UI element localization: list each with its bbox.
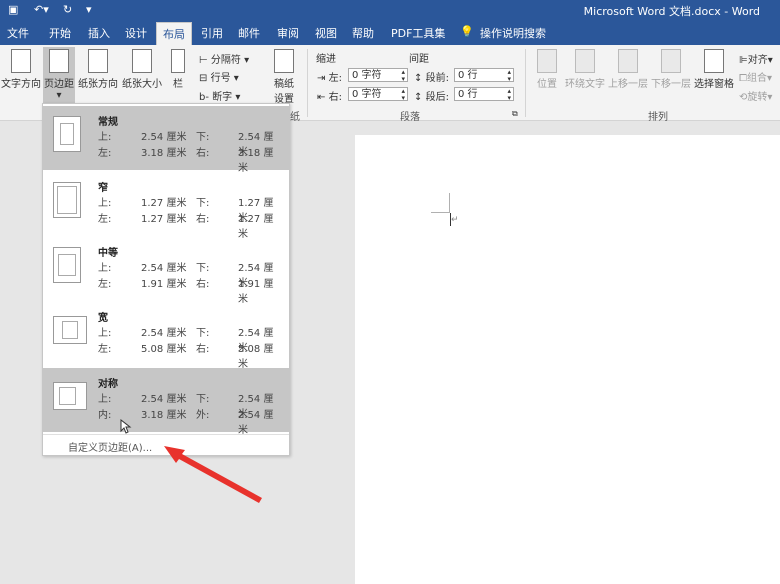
tab-layout[interactable]: 布局	[156, 22, 192, 45]
tab-view[interactable]: 视图	[315, 25, 337, 41]
breaks-icon: ⊢	[199, 55, 208, 66]
breaks-button[interactable]: ⊢ 分隔符 ▾	[199, 51, 249, 66]
orientation-icon	[88, 49, 108, 73]
spacing-before-icon: ↕	[414, 73, 423, 84]
margins-icon	[49, 49, 69, 73]
margin-normal-icon	[53, 116, 81, 152]
columns-button[interactable]: 栏	[167, 47, 189, 90]
margin-moderate-icon	[53, 247, 81, 283]
margin-mirrored-icon	[53, 382, 87, 410]
rotate-button[interactable]: ⟲旋转▾	[739, 88, 772, 103]
send-backward-button[interactable]: 下移一层	[650, 47, 692, 90]
draft-paper-icon	[274, 49, 294, 73]
annotation-arrow	[164, 446, 262, 503]
indent-left-label: ⇥ 左:	[317, 73, 342, 84]
tab-references[interactable]: 引用	[201, 25, 223, 41]
save-icon[interactable]: ▣	[8, 3, 18, 16]
bring-forward-icon	[618, 49, 638, 73]
title-bar: ▣ ↶▾ ↻ ▾ Microsoft Word 文档.docx - Word	[0, 0, 780, 20]
paragraph-mark-icon: ↵	[451, 215, 459, 225]
tab-design[interactable]: 设计	[125, 25, 147, 41]
indent-left-field[interactable]: 0 字符 ▴ ▾	[348, 68, 408, 83]
preset-name: 中等	[98, 248, 118, 259]
margins-preset-normal[interactable]: 常规 上: 2.54 厘米 下: 2.54 厘米 左: 3.18 厘米 右: 3.18 厘米	[43, 106, 289, 174]
margins-preset-wide[interactable]: 宽 上: 2.54 厘米 下: 2.54 厘米 左: 5.08 厘米 右: 5.08 厘米	[43, 302, 289, 370]
separator	[525, 49, 526, 117]
preset-name: 宽	[98, 313, 108, 324]
spacing-label: 间距	[409, 54, 429, 65]
hyphenation-icon: b-	[199, 92, 209, 103]
undo-icon[interactable]: ↶▾	[34, 3, 49, 16]
line-numbers-icon: ⊟	[199, 73, 208, 84]
margin-narrow-icon	[53, 182, 81, 218]
send-backward-icon	[661, 49, 681, 73]
margins-preset-moderate[interactable]: 中等 上: 2.54 厘米 下: 2.54 厘米 左: 1.91 厘米 右: 1.91 厘米	[43, 237, 289, 305]
preset-name: 对称	[98, 379, 118, 390]
size-button[interactable]: 纸张大小	[121, 47, 163, 90]
selection-pane-button[interactable]: 选择窗格	[693, 47, 735, 90]
align-button[interactable]: ⊫对齐▾	[739, 51, 773, 66]
line-numbers-button[interactable]: ⊟ 行号 ▾	[199, 69, 239, 84]
mouse-pointer-icon	[120, 419, 132, 434]
indent-right-icon: ⇤	[317, 92, 326, 103]
draft-paper-button[interactable]: 稿纸 设置	[266, 47, 302, 105]
redo-icon[interactable]: ↻	[63, 3, 72, 16]
tab-mailings[interactable]: 邮件	[238, 25, 260, 41]
margins-preset-narrow[interactable]: 窄 上: 1.27 厘米 下: 1.27 厘米 左: 1.27 厘米 右: 1.27 厘米	[43, 172, 289, 240]
separator	[307, 49, 308, 117]
document-page[interactable]	[355, 135, 780, 584]
align-icon: ⊫	[739, 55, 748, 66]
tab-pdf-tools[interactable]: PDF工具集	[391, 25, 445, 41]
margin-corner-mark	[431, 212, 450, 213]
group-objects-icon: ⧠	[739, 73, 747, 84]
preset-name: 窄	[98, 183, 108, 194]
orientation-button[interactable]: 纸张方向	[77, 47, 119, 90]
wrap-text-button[interactable]: 环绕文字	[564, 47, 606, 90]
margins-button[interactable]: 页边距 ▾	[43, 47, 75, 103]
tab-home[interactable]: 开始	[49, 25, 71, 41]
paper-size-icon	[132, 49, 152, 73]
margins-dropdown: 常规 上: 2.54 厘米 下: 2.54 厘米 左: 3.18 厘米 右: 3.18 厘米…	[42, 103, 290, 456]
indent-right-label: ⇤ 右:	[317, 92, 342, 103]
custom-margins-label: 自定义页边距(A)...	[68, 443, 153, 454]
ribbon-tabs: 文件 开始 插入 设计 布局 引用 邮件 审阅 视图 帮助 PDF工具集 💡 操…	[0, 20, 780, 45]
spacing-after-label: ↕ 段后:	[414, 92, 449, 103]
tab-insert[interactable]: 插入	[88, 25, 110, 41]
tell-me-search[interactable]: 操作说明搜索	[480, 25, 546, 41]
tab-review[interactable]: 审阅	[277, 25, 299, 41]
text-direction-button[interactable]: 文字方向	[1, 47, 41, 90]
hyphenation-button[interactable]: b- 断字 ▾	[199, 88, 240, 103]
bring-forward-button[interactable]: 上移一层	[607, 47, 649, 90]
margin-wide-icon	[53, 316, 87, 344]
indent-right-field[interactable]: 0 字符 ▴ ▾	[348, 87, 408, 102]
customize-icon[interactable]: ▾	[86, 3, 92, 16]
margin-corner-mark	[449, 193, 450, 212]
paragraph-dialog-launcher-icon[interactable]: ⧉	[512, 109, 518, 119]
group-objects-button[interactable]: ⧠组合▾	[739, 69, 772, 84]
tab-file[interactable]: 文件	[7, 25, 29, 41]
columns-icon	[171, 49, 185, 73]
tab-help[interactable]: 帮助	[352, 25, 374, 41]
indent-label: 缩进	[316, 54, 336, 65]
position-icon	[537, 49, 557, 73]
preset-name: 常规	[98, 117, 118, 128]
margins-preset-mirrored[interactable]: 对称 上: 2.54 厘米 下: 2.54 厘米 内: 3.18 厘米 外: 2.54 厘米	[43, 368, 289, 436]
spacing-before-field[interactable]: 0 行 ▴ ▾	[454, 68, 514, 83]
wrap-text-icon	[575, 49, 595, 73]
spacing-before-label: ↕ 段前:	[414, 73, 449, 84]
lightbulb-icon: 💡	[460, 25, 474, 38]
spacing-after-field[interactable]: 0 行 ▴ ▾	[454, 87, 514, 102]
selection-pane-icon	[704, 49, 724, 73]
window-title: Microsoft Word 文档.docx - Word	[583, 5, 760, 18]
spacing-after-icon: ↕	[414, 92, 423, 103]
text-direction-icon	[11, 49, 31, 73]
indent-left-icon: ⇥	[317, 73, 326, 84]
position-button[interactable]: 位置	[533, 47, 561, 90]
